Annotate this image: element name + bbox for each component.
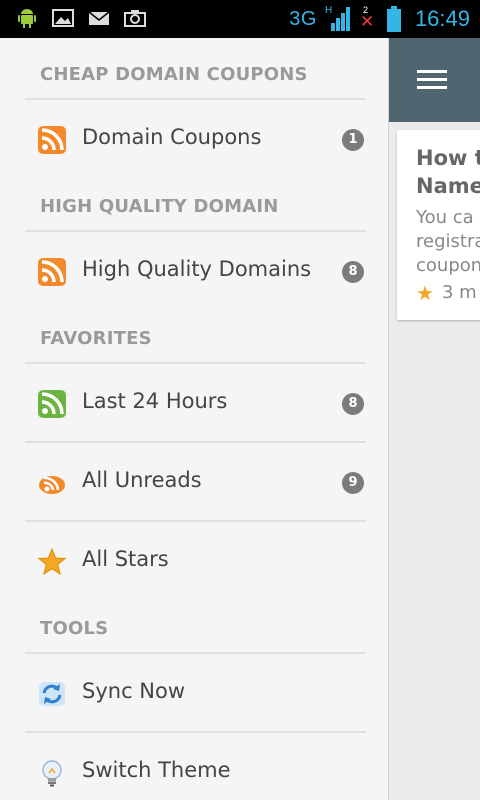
lightbulb-icon (42, 760, 62, 787)
feed-item-label: High Quality Domains (82, 257, 312, 281)
unread-count-badge: 8 (342, 261, 364, 283)
rss-green-icon (38, 390, 66, 418)
tool-item-label: Sync Now (82, 679, 186, 703)
rss-feed-icon (38, 258, 66, 286)
feed-item-all-stars[interactable]: All Stars (25, 522, 366, 601)
article-card[interactable]: How t Name You ca registra coupon ★ 3 m (397, 130, 480, 320)
unread-count-badge: 9 (342, 472, 364, 494)
tool-item-sync-now[interactable]: Sync Now (25, 654, 366, 733)
article-meta: ★ 3 m (416, 282, 480, 303)
unread-count-badge: 1 (342, 129, 364, 151)
star-icon (38, 548, 66, 576)
feed-item-label: All Unreads (82, 468, 202, 492)
section-header-cheap-domain-coupons: CHEAP DOMAIN COUPONS (40, 64, 308, 85)
mail-icon (88, 11, 110, 25)
unread-count-badge: 8 (342, 393, 364, 415)
android-icon (18, 9, 36, 28)
navigation-drawer: CHEAP DOMAIN COUPONS Domain Coupons 1 HI… (0, 38, 389, 800)
gallery-icon (52, 9, 74, 27)
status-clock: 16:49 (414, 6, 470, 31)
article-title: How t Name (416, 146, 480, 198)
section-header-high-quality-domain: HIGH QUALITY DOMAIN (40, 196, 279, 217)
feed-item-all-unreads[interactable]: All Unreads 9 (25, 443, 366, 522)
status-bar: 3G H 2 ✕ 16:49 (0, 0, 480, 38)
feed-item-label: All Stars (82, 547, 169, 571)
main-content: How t Name You ca registra coupon ★ 3 m (389, 38, 480, 800)
app-bar (389, 38, 480, 122)
article-snippet: You ca registra coupon (416, 207, 480, 276)
network-type: 3G (289, 7, 317, 30)
feed-item-domain-coupons[interactable]: Domain Coupons 1 (25, 100, 366, 179)
sync-icon (39, 682, 65, 706)
signal-strength-icon: H (324, 5, 351, 31)
rss-feed-icon (38, 126, 66, 154)
battery-icon (386, 6, 401, 32)
camera-icon (124, 10, 146, 27)
section-header-tools: TOOLS (40, 618, 109, 639)
unread-feed-icon (39, 476, 65, 494)
feed-item-last-24-hours[interactable]: Last 24 Hours 8 (25, 364, 366, 443)
star-icon: ★ (416, 280, 434, 305)
article-age: 3 m (441, 282, 477, 303)
tool-item-switch-theme[interactable]: Switch Theme (25, 733, 366, 800)
tool-item-label: Switch Theme (82, 758, 231, 782)
feed-item-high-quality-domains[interactable]: High Quality Domains 8 (25, 232, 366, 311)
menu-icon[interactable] (417, 70, 447, 90)
network-sub-type: H (324, 5, 333, 16)
sim-no-signal-icon: 2 ✕ (359, 5, 375, 32)
feed-item-label: Last 24 Hours (82, 389, 228, 413)
feed-item-label: Domain Coupons (82, 125, 262, 149)
section-header-favorites: FAVORITES (40, 328, 152, 349)
